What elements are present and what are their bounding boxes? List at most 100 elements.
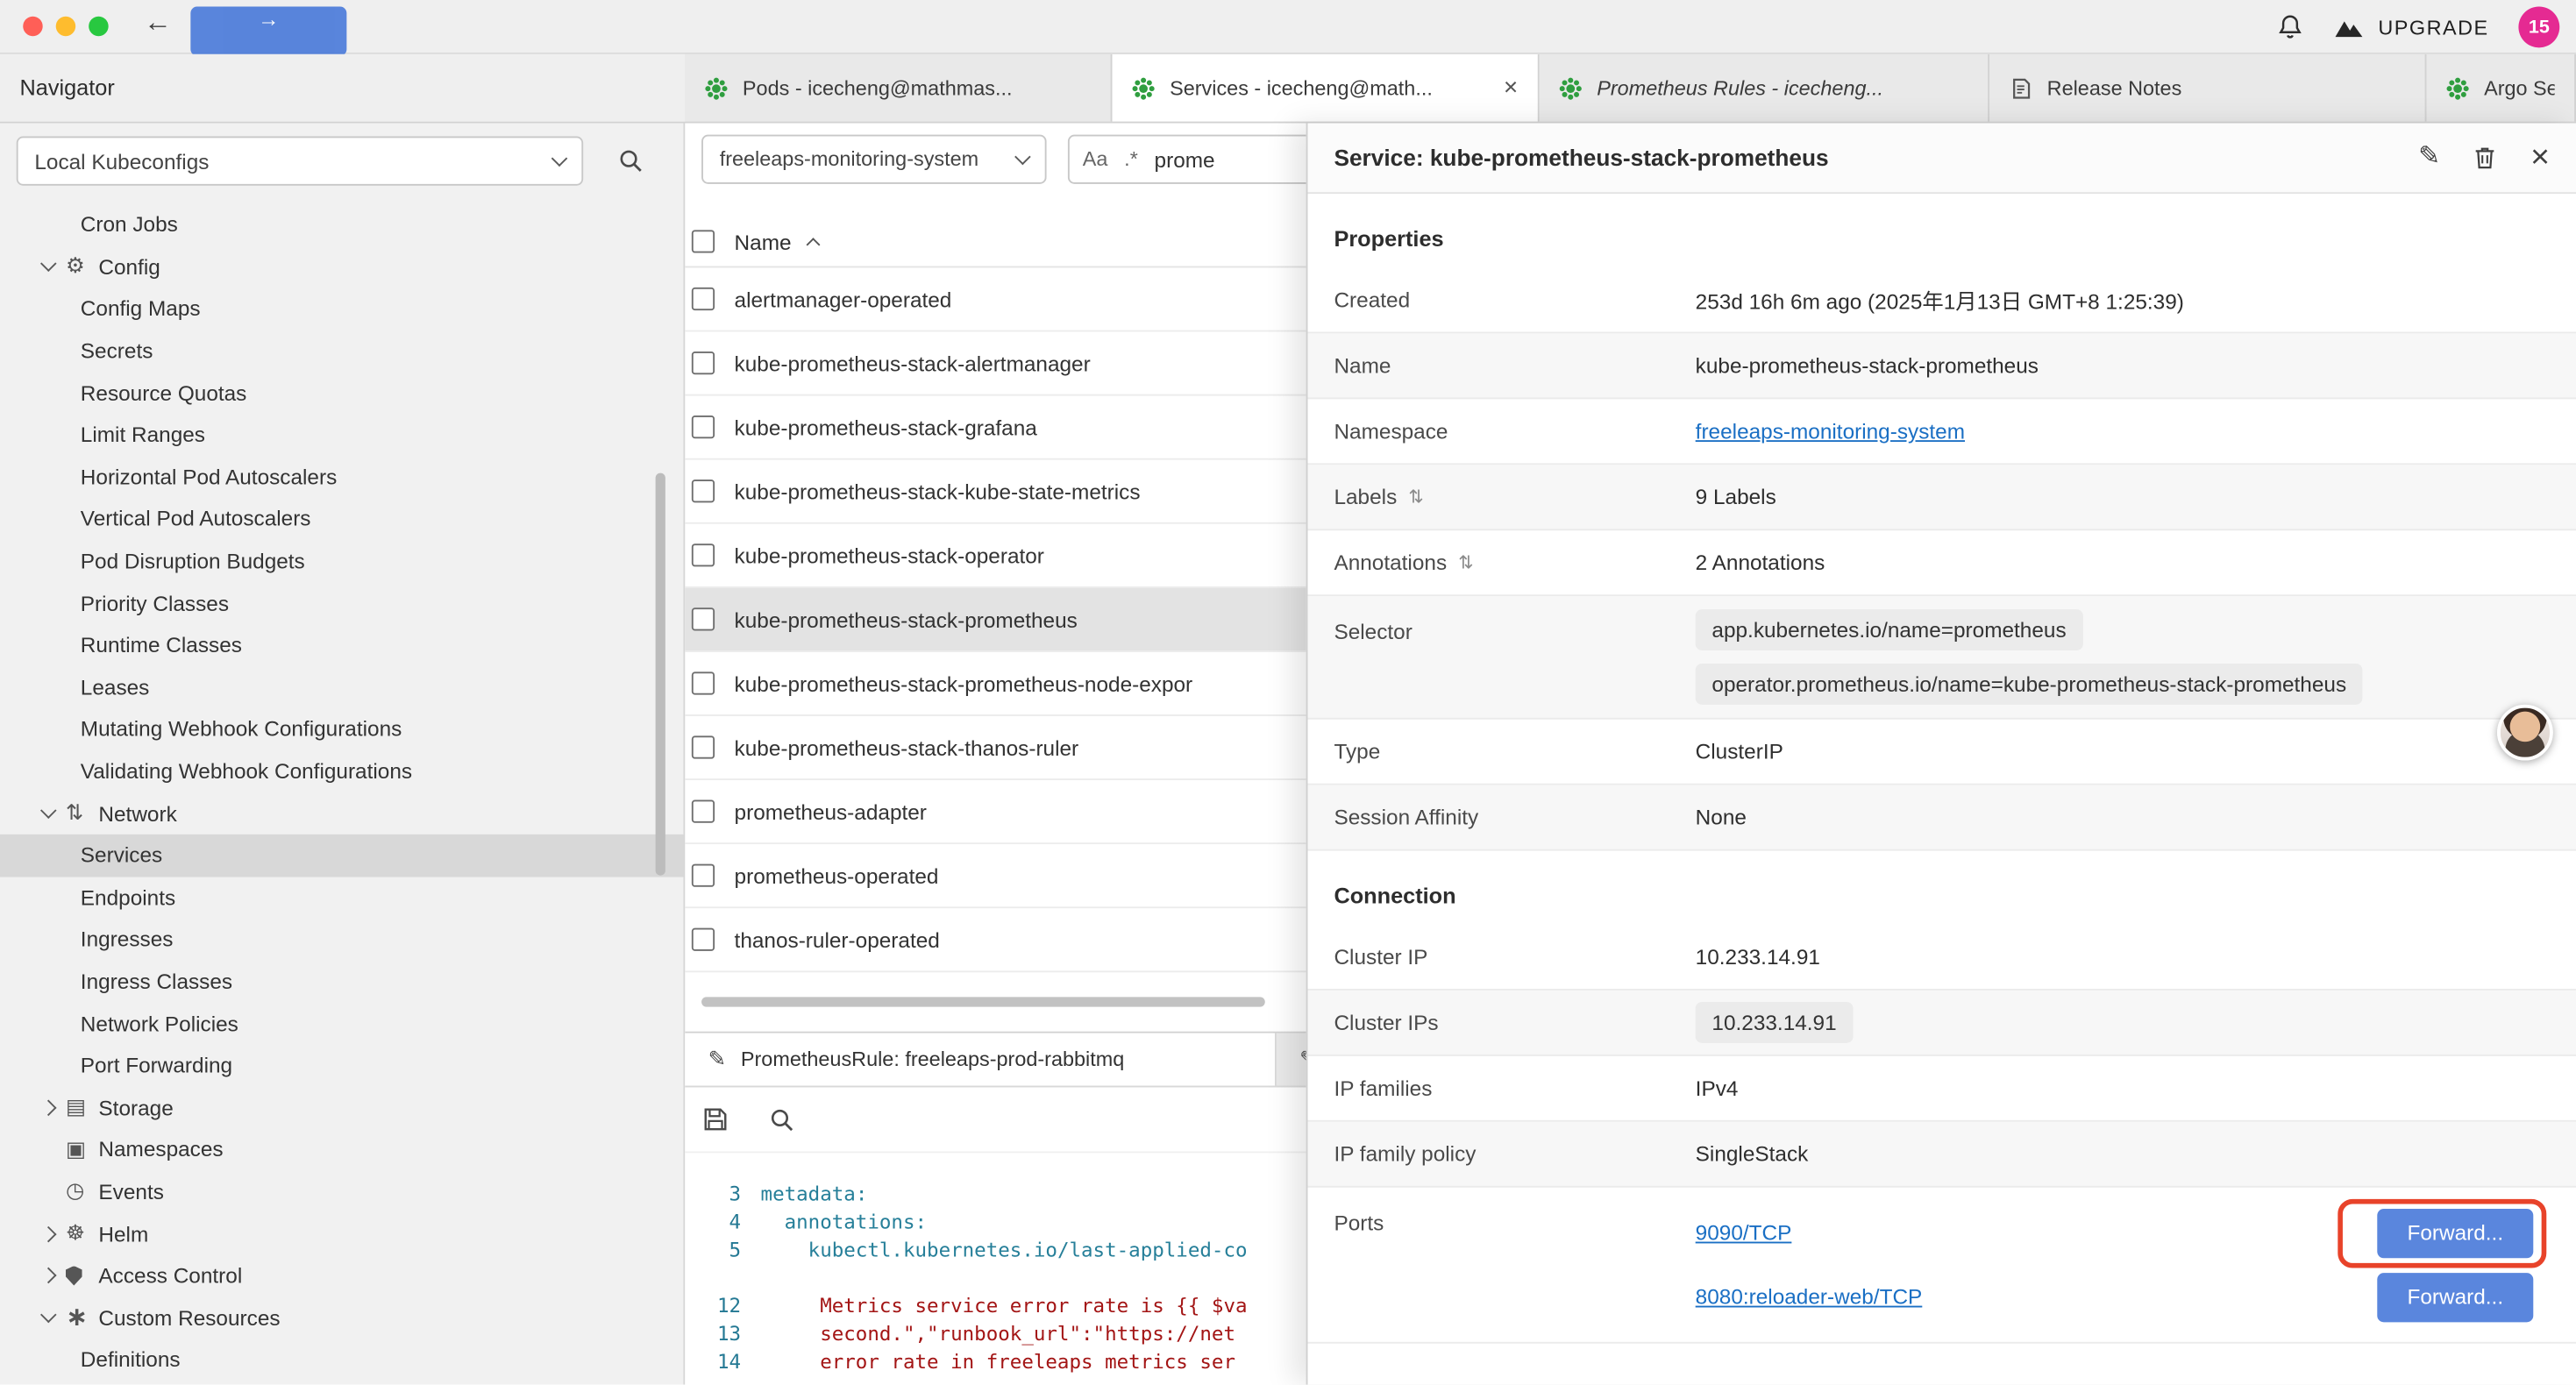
- close-icon[interactable]: ×: [2530, 141, 2550, 174]
- row-checkbox[interactable]: [692, 928, 715, 951]
- sidebar-item-namespaces[interactable]: ▣Namespaces: [0, 1128, 683, 1170]
- sidebar-item-secrets[interactable]: Secrets: [0, 330, 683, 372]
- sidebar-item-label: Network: [98, 801, 176, 826]
- tab-release-notes[interactable]: Release Notes: [1989, 54, 2426, 122]
- sidebar-item-pod-disruption-budgets[interactable]: Pod Disruption Budgets: [0, 540, 683, 582]
- custom-resources-icon: ∗: [66, 1301, 98, 1333]
- tab-argo-se[interactable]: Argo Se: [2426, 54, 2576, 122]
- port-link[interactable]: 8080:reloader-web/TCP: [1696, 1284, 1923, 1309]
- forward-button[interactable]: →: [190, 6, 346, 55]
- editor-search-icon[interactable]: [769, 1106, 795, 1133]
- sidebar-item-custom-resources[interactable]: ∗Custom Resources: [0, 1296, 683, 1339]
- row-checkbox[interactable]: [692, 607, 715, 630]
- edit-icon[interactable]: ✎: [2418, 145, 2440, 171]
- sidebar-item-leases[interactable]: Leases: [0, 666, 683, 708]
- sidebar-item-config[interactable]: ⚙Config: [0, 245, 683, 288]
- row-checkbox[interactable]: [692, 543, 715, 566]
- sidebar-item-access-control[interactable]: Access Control: [0, 1254, 683, 1296]
- maximize-window-button[interactable]: [89, 17, 108, 36]
- sidebar-item-limit-ranges[interactable]: Limit Ranges: [0, 414, 683, 456]
- sidebar-item-ingress-classes[interactable]: Ingress Classes: [0, 961, 683, 1003]
- regex-toggle[interactable]: .*: [1124, 148, 1138, 171]
- chevron-right-icon[interactable]: [43, 1270, 66, 1282]
- sidebar-item-ingresses[interactable]: Ingresses: [0, 919, 683, 961]
- row-checkbox[interactable]: [692, 671, 715, 694]
- notifications-bell-icon[interactable]: [2276, 13, 2302, 41]
- chevron-right-icon[interactable]: [43, 1228, 66, 1239]
- row-checkbox[interactable]: [692, 735, 715, 758]
- field-text: 2 Annotations: [1696, 550, 1825, 575]
- row-checkbox[interactable]: [692, 352, 715, 374]
- value-badge: app.kubernetes.io/name=prometheus: [1696, 609, 2083, 650]
- port-link[interactable]: 9090/TCP: [1696, 1220, 1792, 1245]
- select-all-checkbox[interactable]: [692, 230, 715, 252]
- sidebar-item-runtime-classes[interactable]: Runtime Classes: [0, 624, 683, 666]
- trash-icon[interactable]: [2473, 145, 2498, 171]
- kubeconfig-dropdown[interactable]: Local Kubeconfigs: [17, 137, 583, 186]
- tab-prometheus-rules-icecheng[interactable]: Prometheus Rules - icecheng...: [1540, 54, 1989, 122]
- sidebar-item-events[interactable]: ◷Events: [0, 1170, 683, 1212]
- sidebar-item-port-forwarding[interactable]: Port Forwarding: [0, 1044, 683, 1086]
- sidebar-item-cron-jobs[interactable]: Cron Jobs: [0, 203, 683, 245]
- field-value: kube-prometheus-stack-prometheus: [1696, 353, 2550, 378]
- sidebar-item-definitions[interactable]: Definitions: [0, 1339, 683, 1381]
- sidebar-item-vertical-pod-autoscalers[interactable]: Vertical Pod Autoscalers: [0, 498, 683, 540]
- row-checkbox[interactable]: [692, 416, 715, 438]
- close-window-button[interactable]: [23, 17, 42, 36]
- chevron-down-icon[interactable]: [43, 810, 66, 816]
- horizontal-scrollbar[interactable]: [701, 997, 1265, 1006]
- upgrade-label: UPGRADE: [2378, 16, 2488, 39]
- expand-icon[interactable]: ⇅: [1408, 487, 1423, 508]
- notification-badge[interactable]: 15: [2518, 6, 2559, 47]
- sidebar-item-config-maps[interactable]: Config Maps: [0, 288, 683, 330]
- drawer-row: Session AffinityNone: [1307, 785, 2576, 851]
- chevron-down-icon[interactable]: [43, 1314, 66, 1320]
- back-button[interactable]: ←: [138, 6, 177, 39]
- sidebar-item-services[interactable]: Services: [0, 835, 683, 877]
- forward-button[interactable]: Forward...: [2377, 1272, 2533, 1321]
- sidebar-item-validating-webhook-configurations[interactable]: Validating Webhook Configurations: [0, 750, 683, 792]
- forward-button[interactable]: Forward...: [2377, 1208, 2533, 1257]
- tab-label: Services - icecheng@math...: [1170, 76, 1487, 99]
- sidebar-scrollbar[interactable]: [656, 473, 665, 876]
- floating-avatar[interactable]: [2497, 705, 2553, 761]
- dock-tab[interactable]: ✎PrometheusRule: freeleaps-prod-rabbitmq: [685, 1033, 1277, 1086]
- code-text: metadata:: [761, 1181, 868, 1209]
- sidebar-item-label: Config: [98, 254, 160, 279]
- sort-ascending-icon[interactable]: [806, 238, 820, 252]
- row-checkbox[interactable]: [692, 288, 715, 310]
- namespace-dropdown[interactable]: freeleaps-monitoring-system: [701, 135, 1046, 184]
- row-checkbox[interactable]: [692, 864, 715, 887]
- dock-tab-label: PrometheusRule: freeleaps-prod-rabbitmq: [741, 1048, 1124, 1070]
- sidebar-item-endpoints[interactable]: Endpoints: [0, 877, 683, 919]
- close-tab-icon[interactable]: ×: [1504, 75, 1518, 100]
- namespace-link[interactable]: freeleaps-monitoring-system: [1696, 419, 1965, 444]
- chevron-down-icon[interactable]: [43, 264, 66, 270]
- tab-label: Pods - icecheng@mathmas...: [743, 76, 1091, 99]
- sidebar-item-network-policies[interactable]: Network Policies: [0, 1002, 683, 1044]
- sidebar-item-priority-classes[interactable]: Priority Classes: [0, 582, 683, 624]
- tab-services-icecheng-math[interactable]: Services - icecheng@math... ×: [1113, 54, 1540, 122]
- sidebar-item-mutating-webhook-configurations[interactable]: Mutating Webhook Configurations: [0, 708, 683, 750]
- row-checkbox[interactable]: [692, 479, 715, 502]
- sidebar-item-label: Events: [98, 1179, 163, 1204]
- tab-pods-icecheng-mathmas[interactable]: Pods - icecheng@mathmas...: [685, 54, 1112, 122]
- sidebar-item-resource-quotas[interactable]: Resource Quotas: [0, 372, 683, 414]
- chevron-down-icon: [551, 151, 568, 167]
- name-column-header[interactable]: Name: [735, 229, 792, 253]
- field-value: 9 Labels: [1696, 485, 2550, 509]
- expand-icon[interactable]: ⇅: [1458, 552, 1473, 573]
- match-case-toggle[interactable]: Aa: [1083, 148, 1108, 171]
- upgrade-button[interactable]: UPGRADE: [2332, 15, 2489, 39]
- sidebar-item-storage[interactable]: ▤Storage: [0, 1086, 683, 1128]
- field-label: Ports: [1334, 1201, 1695, 1235]
- minimize-window-button[interactable]: [56, 17, 75, 36]
- chevron-right-icon[interactable]: [43, 1102, 66, 1113]
- row-checkbox[interactable]: [692, 800, 715, 823]
- navigator-search-icon[interactable]: [618, 148, 644, 174]
- sidebar-item-helm[interactable]: ☸Helm: [0, 1212, 683, 1254]
- sidebar-item-network[interactable]: ⇅Network: [0, 792, 683, 835]
- sidebar-item-label: Leases: [81, 675, 150, 700]
- sidebar-item-horizontal-pod-autoscalers[interactable]: Horizontal Pod Autoscalers: [0, 456, 683, 498]
- save-icon[interactable]: [701, 1105, 729, 1133]
